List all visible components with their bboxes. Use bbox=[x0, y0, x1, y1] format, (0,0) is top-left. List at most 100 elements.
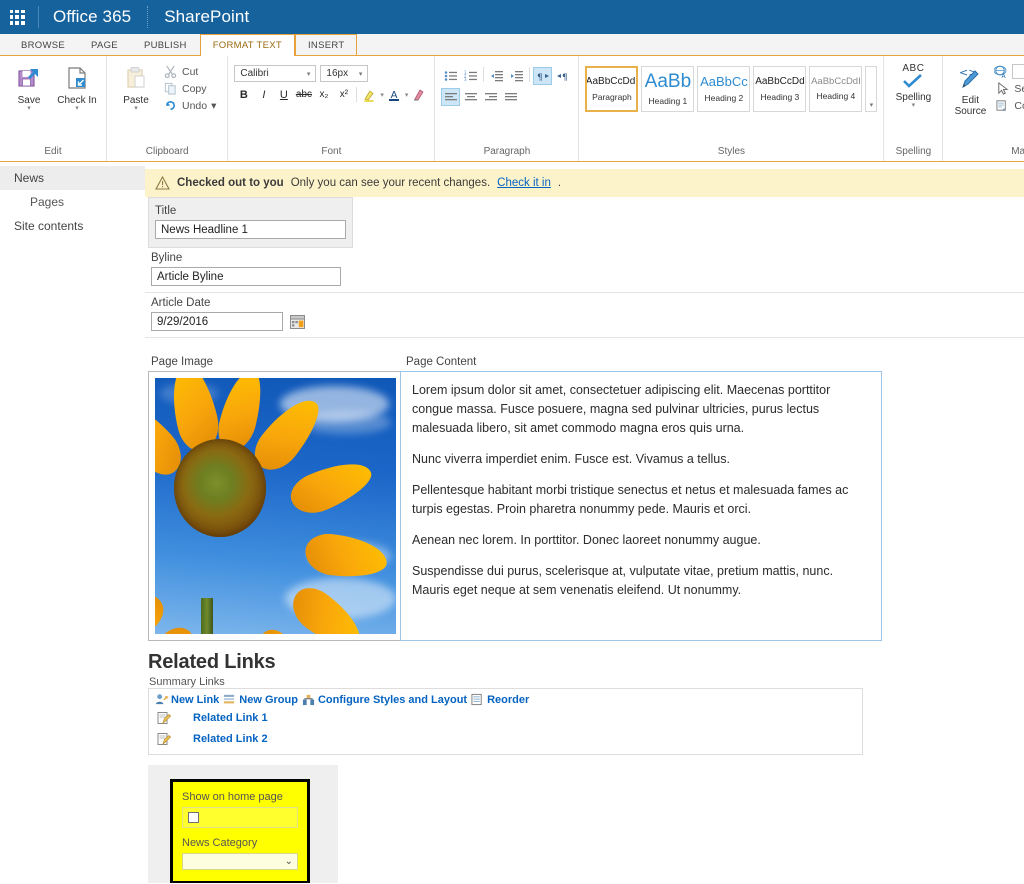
select-button[interactable]: Select ▾ bbox=[993, 80, 1024, 97]
superscript-button[interactable]: x² bbox=[334, 85, 353, 104]
paste-dropdown-caret[interactable]: ▾ bbox=[134, 105, 138, 112]
highlight-dropdown-caret[interactable]: ▾ bbox=[380, 91, 384, 99]
style-tile-paragraph[interactable]: AaBbCcDdI Paragraph bbox=[585, 66, 639, 112]
style-tile-heading-1[interactable]: AaBb Heading 1 bbox=[641, 66, 695, 112]
related-link-2[interactable]: Related Link 2 bbox=[193, 733, 268, 745]
related-link-row: Related Link 1 bbox=[155, 706, 856, 727]
configure-styles-icon bbox=[302, 693, 315, 706]
bold-button[interactable]: B bbox=[234, 85, 253, 104]
undo-button[interactable]: Undo ▾ bbox=[161, 97, 221, 114]
new-link-command[interactable]: New Link bbox=[155, 693, 219, 706]
spelling-dropdown-caret[interactable]: ▾ bbox=[912, 102, 916, 109]
tab-publish[interactable]: PUBLISH bbox=[131, 34, 200, 55]
italic-glyph: I bbox=[262, 88, 266, 101]
clear-format-button[interactable] bbox=[409, 85, 428, 104]
save-button[interactable]: Save ▾ bbox=[6, 60, 52, 115]
check-in-button[interactable]: Check In ▾ bbox=[54, 60, 100, 115]
copy-button[interactable]: Copy bbox=[161, 80, 221, 97]
increase-indent-button[interactable] bbox=[507, 67, 527, 85]
undo-dropdown-caret[interactable]: ▾ bbox=[211, 100, 216, 112]
sidebar-item-news[interactable]: News bbox=[0, 166, 145, 190]
sharepoint-link[interactable]: SharePoint bbox=[164, 7, 249, 27]
group-label-font: Font bbox=[321, 146, 342, 157]
bulleted-list-button[interactable] bbox=[441, 67, 461, 85]
save-dropdown-caret[interactable]: ▾ bbox=[27, 105, 31, 112]
sidebar-item-site-contents[interactable]: Site contents bbox=[0, 214, 145, 238]
paste-icon bbox=[121, 63, 151, 93]
ribbon-group-edit: Save ▾ Check In ▾ Edit bbox=[0, 56, 107, 161]
spelling-button[interactable]: ABC Spelling ▾ bbox=[890, 60, 936, 112]
convert-to-xhtml-button[interactable]: x Convert to XHTML bbox=[993, 97, 1024, 114]
news-category-select[interactable]: ⌄ bbox=[182, 853, 298, 870]
page-image-frame[interactable] bbox=[148, 371, 403, 641]
page-content-editor[interactable]: Lorem ipsum dolor sit amet, consectetuer… bbox=[400, 371, 882, 641]
byline-input[interactable]: Article Byline bbox=[151, 267, 341, 286]
group-label-clipboard: Clipboard bbox=[145, 146, 189, 157]
font-color-dropdown-caret[interactable]: ▾ bbox=[405, 91, 409, 99]
edit-link-icon[interactable] bbox=[157, 732, 171, 746]
justify-button[interactable] bbox=[501, 88, 521, 106]
convert-xhtml-icon: x bbox=[995, 98, 1010, 113]
divider bbox=[483, 67, 485, 82]
spell-check-icon bbox=[902, 73, 924, 89]
convert-label: Convert to XHTML bbox=[1014, 99, 1024, 112]
edit-source-button[interactable]: <> Edit Source bbox=[949, 60, 991, 120]
font-family-select[interactable]: Calibri ▾ bbox=[234, 65, 317, 82]
numbered-list-button[interactable]: 123 bbox=[461, 67, 481, 85]
check-in-dropdown-caret[interactable]: ▾ bbox=[75, 105, 79, 112]
text-highlight-color-button[interactable] bbox=[360, 85, 379, 104]
reorder-command[interactable]: Reorder bbox=[471, 693, 529, 706]
page-editor: Checked out to you Only you can see your… bbox=[145, 162, 1024, 883]
ribbon: Save ▾ Check In ▾ Edit Paste ▾ Cut Copy … bbox=[0, 56, 1024, 162]
divider bbox=[529, 67, 531, 82]
suite-divider bbox=[38, 6, 39, 28]
style-tile-heading-3[interactable]: AaBbCcDd Heading 3 bbox=[753, 66, 807, 112]
tab-browse[interactable]: BROWSE bbox=[8, 34, 78, 55]
subscript-button[interactable]: x₂ bbox=[314, 85, 333, 104]
ribbon-group-spelling: ABC Spelling ▾ Spelling bbox=[884, 56, 944, 161]
language-select[interactable]: ▾ bbox=[1012, 64, 1024, 79]
svg-text:A: A bbox=[1001, 73, 1006, 79]
tab-page[interactable]: PAGE bbox=[78, 34, 131, 55]
strikethrough-button[interactable]: abc bbox=[294, 85, 313, 104]
reorder-label: Reorder bbox=[487, 693, 530, 706]
check-it-in-link[interactable]: Check it in bbox=[497, 177, 551, 189]
ltr-direction-button[interactable]: ¶ bbox=[533, 67, 553, 85]
show-on-home-page-checkbox[interactable] bbox=[188, 812, 199, 823]
tab-format-text[interactable]: FORMAT TEXT bbox=[199, 34, 295, 56]
related-link-1[interactable]: Related Link 1 bbox=[193, 712, 268, 724]
font-size-select[interactable]: 16px ▾ bbox=[320, 65, 369, 82]
align-center-button[interactable] bbox=[461, 88, 481, 106]
cut-button[interactable]: Cut bbox=[161, 63, 221, 80]
title-input[interactable]: News Headline 1 bbox=[155, 220, 346, 239]
configure-styles-command[interactable]: Configure Styles and Layout bbox=[302, 693, 467, 706]
app-launcher-icon[interactable] bbox=[0, 0, 34, 34]
ribbon-group-markup: <> Edit Source A ▾ bbox=[943, 56, 1024, 161]
italic-button[interactable]: I bbox=[254, 85, 273, 104]
language-row[interactable]: A ▾ bbox=[993, 63, 1024, 80]
calendar-icon[interactable] bbox=[290, 314, 305, 329]
check-in-icon bbox=[62, 63, 92, 93]
article-date-input[interactable]: 9/29/2016 bbox=[151, 312, 283, 331]
paste-button[interactable]: Paste ▾ bbox=[113, 60, 159, 115]
tab-insert[interactable]: INSERT bbox=[294, 34, 358, 55]
office365-link[interactable]: Office 365 bbox=[53, 7, 131, 27]
align-right-button[interactable] bbox=[481, 88, 501, 106]
styles-more-button[interactable]: ▾ bbox=[865, 66, 878, 112]
rtl-direction-button[interactable]: ¶ bbox=[553, 67, 573, 85]
show-on-home-page-label: Show on home page bbox=[182, 791, 283, 803]
decrease-indent-button[interactable] bbox=[487, 67, 507, 85]
group-label-styles: Styles bbox=[717, 146, 746, 157]
sidebar-item-pages[interactable]: Pages bbox=[0, 190, 145, 214]
font-color-button[interactable]: A bbox=[385, 85, 404, 104]
byline-field-row: Byline Article Byline bbox=[145, 248, 1024, 293]
underline-glyph: U bbox=[279, 88, 288, 101]
configure-styles-label: Configure Styles and Layout bbox=[317, 693, 468, 706]
underline-button[interactable]: U bbox=[274, 85, 293, 104]
style-tile-heading-2[interactable]: AaBbCc Heading 2 bbox=[697, 66, 751, 112]
new-group-command[interactable]: New Group bbox=[223, 693, 298, 706]
cut-icon bbox=[163, 64, 178, 79]
edit-link-icon[interactable] bbox=[157, 711, 171, 725]
align-left-button[interactable] bbox=[441, 88, 461, 106]
style-tile-heading-4[interactable]: AaBbCcDdI Heading 4 bbox=[809, 66, 863, 112]
